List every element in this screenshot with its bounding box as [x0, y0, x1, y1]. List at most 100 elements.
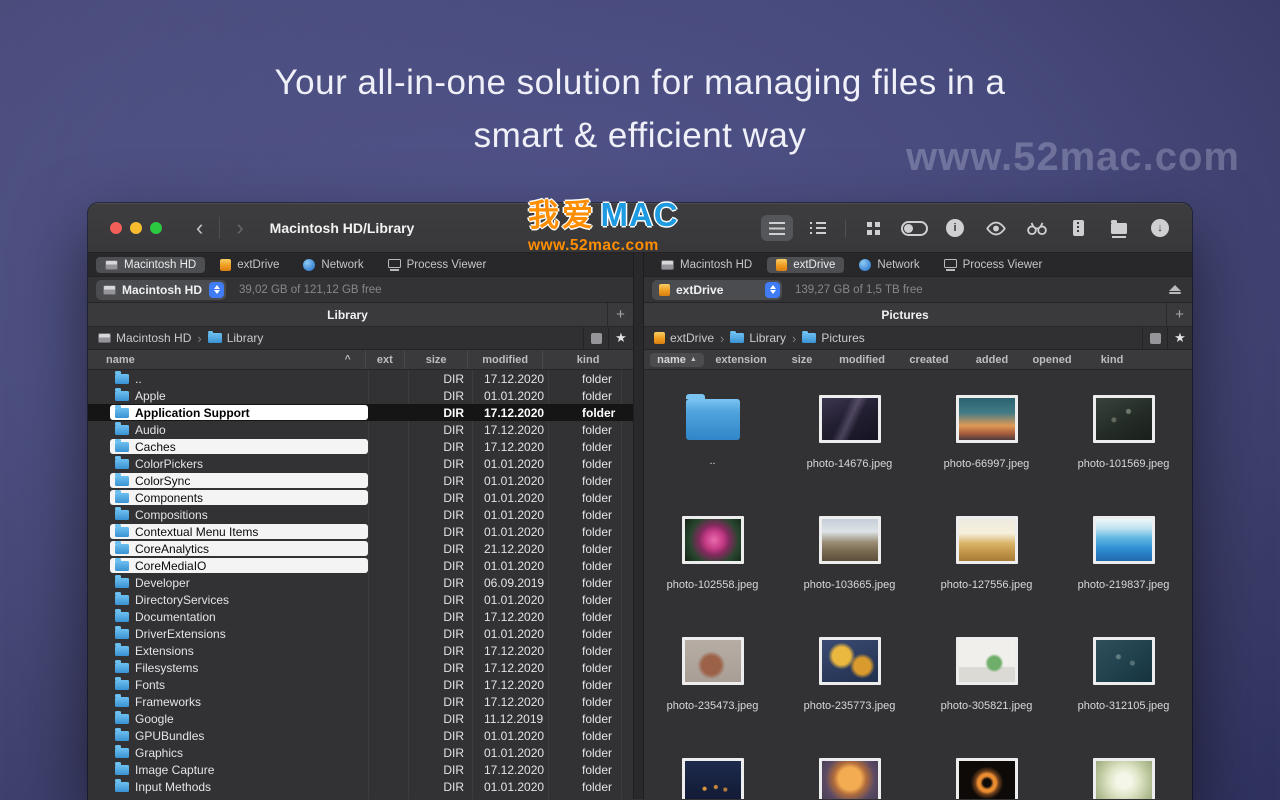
preview-button[interactable] [980, 215, 1012, 241]
close-button[interactable] [110, 222, 122, 234]
add-tab-button[interactable]: + [1166, 303, 1192, 326]
file-row-input-methods[interactable]: Input MethodsDIR01.01.2020folder [88, 778, 633, 795]
file-modified: 01.01.2020 [472, 559, 548, 573]
breadcrumb-item-library[interactable]: Library [208, 331, 264, 345]
file-row-coreanalytics[interactable]: CoreAnalyticsDIR21.12.2020folder [88, 540, 633, 557]
column-header-kind[interactable]: kind [542, 350, 633, 369]
file-row-application-support[interactable]: Application SupportDIR17.12.2020folder [88, 404, 633, 421]
tab-process-viewer[interactable]: Process Viewer [935, 257, 1052, 273]
grid-item-photo-127556-jpeg[interactable]: photo-127556.jpeg [939, 516, 1035, 637]
tab-macintosh-hd[interactable]: Macintosh HD [652, 257, 761, 273]
column-header-modified[interactable]: modified [467, 350, 542, 369]
zip-archive-icon [1073, 220, 1084, 236]
column-header-name[interactable]: name▲ [644, 350, 710, 369]
photo-thumbnail [956, 395, 1018, 443]
file-row-google[interactable]: GoogleDIR11.12.2019folder [88, 710, 633, 727]
column-header-ext[interactable]: ext [365, 350, 404, 369]
grid-item-photo-219837-jpeg[interactable]: photo-219837.jpeg [1076, 516, 1172, 637]
thumbnail-grid: ..photo-14676.jpegphoto-66997.jpegphoto-… [644, 370, 1192, 799]
grid-item-photo-103665-jpeg[interactable]: photo-103665.jpeg [802, 516, 898, 637]
minimize-button[interactable] [130, 222, 142, 234]
file-row-colorsync[interactable]: ColorSyncDIR01.01.2020folder [88, 472, 633, 489]
left-drive-select[interactable]: Macintosh HD [96, 280, 226, 300]
grid-item-photo-101569-jpeg[interactable]: photo-101569.jpeg [1076, 395, 1172, 516]
grid-item-photo-15[interactable] [1076, 758, 1172, 799]
toggle-button[interactable] [898, 215, 930, 241]
grid-item-photo-102558-jpeg[interactable]: photo-102558.jpeg [665, 516, 761, 637]
file-row-filesystems[interactable]: FilesystemsDIR17.12.2020folder [88, 659, 633, 676]
file-row-driverextensions[interactable]: DriverExtensionsDIR01.01.2020folder [88, 625, 633, 642]
file-row--[interactable]: ..DIR17.12.2020folder [88, 370, 633, 387]
column-header-size[interactable]: size [404, 350, 467, 369]
file-row-apple[interactable]: AppleDIR01.01.2020folder [88, 387, 633, 404]
grid-item-folder-up[interactable]: .. [665, 395, 761, 516]
zoom-button[interactable] [150, 222, 162, 234]
column-header-added[interactable]: added [966, 350, 1018, 369]
search-button[interactable] [1021, 215, 1053, 241]
breadcrumb-item-macintosh-hd[interactable]: Macintosh HD [98, 331, 191, 345]
file-row-extensions[interactable]: ExtensionsDIR17.12.2020folder [88, 642, 633, 659]
tab-extdrive[interactable]: extDrive [767, 257, 844, 273]
tab-network[interactable]: Network [294, 257, 372, 273]
file-row-frameworks[interactable]: FrameworksDIR17.12.2020folder [88, 693, 633, 710]
grid-item-photo-235773-jpeg[interactable]: photo-235773.jpeg [802, 637, 898, 758]
tab-macintosh-hd[interactable]: Macintosh HD [96, 257, 205, 273]
file-row-graphics[interactable]: GraphicsDIR01.01.2020folder [88, 744, 633, 761]
tab-network[interactable]: Network [850, 257, 928, 273]
file-row-documentation[interactable]: DocumentationDIR17.12.2020folder [88, 608, 633, 625]
hidden-files-button[interactable] [1142, 327, 1167, 349]
file-row-image-capture[interactable]: Image CaptureDIR17.12.2020folder [88, 761, 633, 778]
grid-item-photo-312105-jpeg[interactable]: photo-312105.jpeg [1076, 637, 1172, 758]
file-row-audio[interactable]: AudioDIR17.12.2020folder [88, 421, 633, 438]
file-row-fonts[interactable]: FontsDIR17.12.2020folder [88, 676, 633, 693]
view-brief-button[interactable] [802, 215, 834, 241]
file-row-components[interactable]: ComponentsDIR01.01.2020folder [88, 489, 633, 506]
eject-icon[interactable] [1169, 285, 1181, 295]
right-drive-select[interactable]: extDrive [652, 280, 782, 300]
file-row-gpubundles[interactable]: GPUBundlesDIR01.01.2020folder [88, 727, 633, 744]
file-modified: 01.01.2020 [472, 746, 548, 760]
file-size: DIR [408, 525, 472, 539]
info-button[interactable]: i [939, 215, 971, 241]
breadcrumb-item-pictures[interactable]: Pictures [802, 331, 864, 345]
add-tab-button[interactable]: + [607, 303, 633, 326]
hidden-files-button[interactable] [583, 327, 608, 349]
file-row-developer[interactable]: DeveloperDIR06.09.2019folder [88, 574, 633, 591]
breadcrumb-item-library[interactable]: Library [730, 331, 786, 345]
breadcrumb-item-extdrive[interactable]: extDrive [654, 331, 714, 345]
archive-button[interactable] [1062, 215, 1094, 241]
grid-item-photo-13[interactable] [802, 758, 898, 799]
grid-item-photo-235473-jpeg[interactable]: photo-235473.jpeg [665, 637, 761, 758]
grid-item-photo-14676-jpeg[interactable]: photo-14676.jpeg [802, 395, 898, 516]
file-row-coremediaio[interactable]: CoreMediaIODIR01.01.2020folder [88, 557, 633, 574]
network-share-button[interactable] [1103, 215, 1135, 241]
file-row-caches[interactable]: CachesDIR17.12.2020folder [88, 438, 633, 455]
grid-item-photo-12[interactable] [665, 758, 761, 799]
external-drive-icon [654, 332, 665, 344]
view-list-button[interactable] [761, 215, 793, 241]
grid-item-photo-14[interactable] [939, 758, 1035, 799]
tab-extdrive[interactable]: extDrive [211, 257, 288, 273]
view-grid-button[interactable] [857, 215, 889, 241]
forward-icon[interactable]: › [232, 218, 247, 238]
column-header-extension[interactable]: extension [710, 350, 772, 369]
back-icon[interactable]: ‹ [192, 218, 207, 238]
column-header-size[interactable]: size [772, 350, 832, 369]
download-button[interactable]: ↓ [1144, 215, 1176, 241]
column-header-opened[interactable]: opened [1018, 350, 1086, 369]
column-header-created[interactable]: created [892, 350, 966, 369]
file-row-contextual-menu-items[interactable]: Contextual Menu ItemsDIR01.01.2020folder [88, 523, 633, 540]
grid-item-photo-66997-jpeg[interactable]: photo-66997.jpeg [939, 395, 1035, 516]
file-row-directoryservices[interactable]: DirectoryServicesDIR01.01.2020folder [88, 591, 633, 608]
tab-label: extDrive [793, 259, 835, 271]
tab-process-viewer[interactable]: Process Viewer [379, 257, 496, 273]
pane-divider[interactable] [633, 253, 644, 799]
column-header-kind[interactable]: kind [1086, 350, 1138, 369]
favorites-button[interactable]: ★ [608, 327, 633, 349]
column-header-name[interactable]: name^ [88, 350, 365, 369]
favorites-button[interactable]: ★ [1167, 327, 1192, 349]
column-header-modified[interactable]: modified [832, 350, 892, 369]
file-row-compositions[interactable]: CompositionsDIR01.01.2020folder [88, 506, 633, 523]
file-row-colorpickers[interactable]: ColorPickersDIR01.01.2020folder [88, 455, 633, 472]
grid-item-photo-305821-jpeg[interactable]: photo-305821.jpeg [939, 637, 1035, 758]
